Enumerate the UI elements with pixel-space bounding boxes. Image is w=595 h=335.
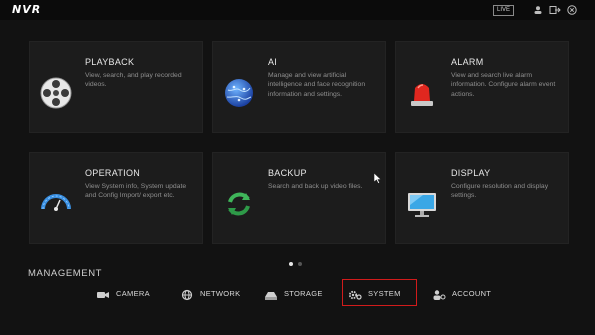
- card-description: Configure resolution and display setting…: [451, 183, 549, 200]
- speedometer-icon: [39, 187, 73, 221]
- card-description: View System info, System update and Conf…: [85, 183, 187, 200]
- card-display[interactable]: DISPLAY Configure resolution and display…: [395, 152, 569, 244]
- card-description: View, search, and play recorded videos.: [85, 72, 182, 89]
- card-title: BACKUP: [268, 168, 307, 178]
- system-highlight-box: [342, 279, 417, 306]
- film-reel-icon: [39, 76, 73, 110]
- page-dot-active[interactable]: [289, 262, 293, 266]
- card-alarm[interactable]: ALARM View and search live alarm informa…: [395, 41, 569, 133]
- close-icon[interactable]: [567, 5, 577, 15]
- user-icon[interactable]: [533, 5, 543, 15]
- globe-brain-icon: [222, 76, 256, 110]
- camera-icon: [96, 288, 110, 300]
- card-title: OPERATION: [85, 168, 141, 178]
- card-description: View and search live alarm information. …: [451, 72, 556, 98]
- management-title: MANAGEMENT: [28, 268, 103, 279]
- alarm-light-icon: [405, 76, 439, 110]
- card-description: Manage and view artificial intelligence …: [268, 72, 366, 98]
- management-item-label: NETWORK: [200, 289, 241, 298]
- management-item-label: ACCOUNT: [452, 289, 492, 298]
- refresh-arrows-icon: [222, 187, 256, 221]
- mouse-cursor-icon: [373, 171, 382, 189]
- network-icon: [180, 288, 194, 301]
- account-icon: [432, 288, 446, 300]
- management-item-label: STORAGE: [284, 289, 323, 298]
- management-item-label: CAMERA: [116, 289, 150, 298]
- page-indicator: [289, 253, 307, 271]
- monitor-icon: [405, 187, 439, 221]
- storage-icon: [264, 288, 278, 300]
- top-bar: NVR LIVE: [0, 0, 595, 20]
- card-playback[interactable]: PLAYBACK View, search, and play recorded…: [29, 41, 203, 133]
- card-ai[interactable]: AI Manage and view artificial intelligen…: [212, 41, 386, 133]
- card-title: AI: [268, 57, 278, 67]
- page-dot[interactable]: [298, 262, 302, 266]
- card-description: Search and back up video files.: [268, 183, 363, 190]
- card-operation[interactable]: OPERATION View System info, System updat…: [29, 152, 203, 244]
- nvr-logo: NVR: [12, 3, 42, 16]
- card-backup[interactable]: BACKUP Search and back up video files.: [212, 152, 386, 244]
- card-title: DISPLAY: [451, 168, 491, 178]
- card-title: PLAYBACK: [85, 57, 135, 67]
- card-title: ALARM: [451, 57, 484, 67]
- live-button[interactable]: LIVE: [493, 5, 515, 16]
- logout-icon[interactable]: [549, 5, 561, 15]
